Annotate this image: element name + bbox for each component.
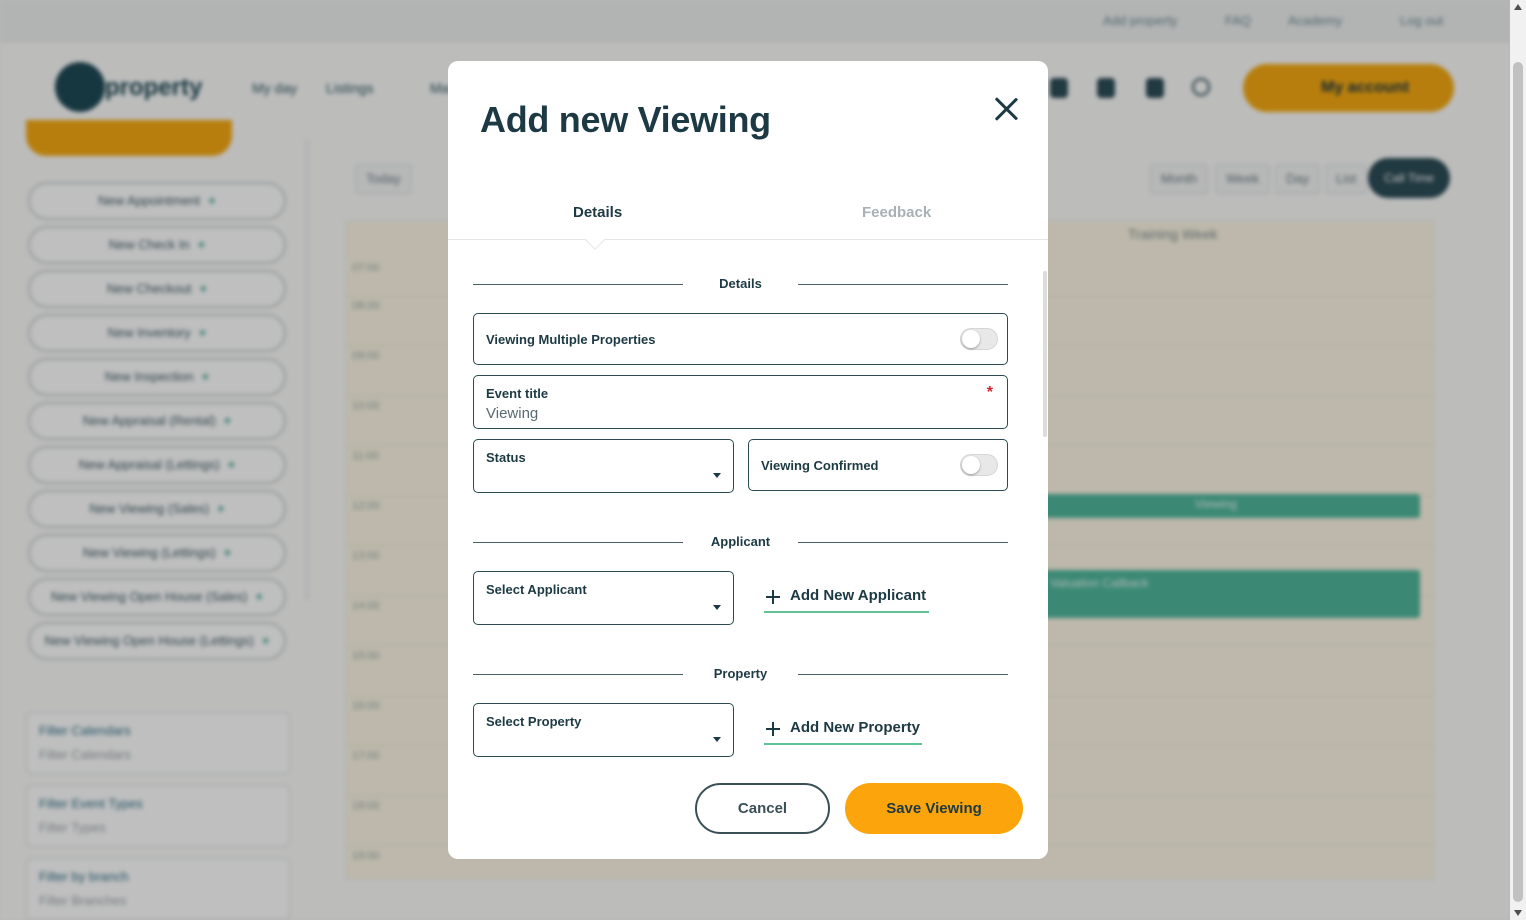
section-applicant-header: Applicant [473,532,1008,552]
toggle-knob [962,330,980,348]
close-icon[interactable] [991,94,1021,124]
chevron-down-icon [713,473,721,478]
page-scrollbar[interactable] [1510,0,1526,920]
add-viewing-modal: Add new Viewing Details Feedback Details… [448,61,1048,859]
required-asterisk: * [986,384,993,401]
status-label: Status [486,450,526,465]
section-divider [798,542,1008,543]
viewing-multiple-properties-toggle[interactable] [960,328,998,350]
cancel-button[interactable]: Cancel [695,783,830,834]
viewing-confirmed-field: Viewing Confirmed [748,439,1008,491]
event-title-field[interactable]: Event title Viewing * [473,375,1008,429]
section-property-header: Property [473,664,1008,684]
section-divider [473,542,683,543]
page-scrollbar-thumb[interactable] [1513,62,1523,902]
section-property-label: Property [713,666,768,681]
select-applicant-label: Select Applicant [486,582,587,597]
status-select[interactable]: Status [473,439,734,493]
save-viewing-button[interactable]: Save Viewing [845,783,1023,834]
section-details-label: Details [719,276,762,291]
chevron-down-icon [713,605,721,610]
add-new-applicant-label: Add New Applicant [790,587,927,604]
select-property-dropdown[interactable]: Select Property [473,703,734,757]
tab-details[interactable]: Details [573,204,622,221]
viewing-multiple-properties-label: Viewing Multiple Properties [486,332,656,347]
event-title-input[interactable]: Viewing [486,405,538,422]
add-new-property-link[interactable]: Add New Property [764,719,922,745]
viewing-confirmed-label: Viewing Confirmed [761,458,879,473]
scroll-up-arrow-icon[interactable] [1514,4,1522,10]
tab-feedback[interactable]: Feedback [862,204,931,221]
viewing-multiple-properties-field: Viewing Multiple Properties [473,313,1008,365]
section-divider [798,674,1008,675]
select-applicant-dropdown[interactable]: Select Applicant [473,571,734,625]
section-divider [473,284,683,285]
plus-icon [766,722,780,736]
select-property-label: Select Property [486,714,582,729]
event-title-label: Event title [486,386,549,401]
section-details-header: Details [473,274,1008,294]
add-new-applicant-link[interactable]: Add New Applicant [764,587,929,613]
scroll-down-arrow-icon[interactable] [1514,910,1522,916]
toggle-knob [962,456,980,474]
add-new-property-label: Add New Property [790,719,921,736]
section-divider [798,284,1008,285]
section-divider [473,674,683,675]
section-applicant-label: Applicant [710,534,771,549]
modal-scrollbar[interactable] [1043,271,1047,437]
plus-icon [766,590,780,604]
active-tab-indicator [585,230,605,250]
chevron-down-icon [713,737,721,742]
tab-divider [448,239,1048,240]
modal-title: Add new Viewing [480,99,771,140]
viewing-confirmed-toggle[interactable] [960,454,998,476]
